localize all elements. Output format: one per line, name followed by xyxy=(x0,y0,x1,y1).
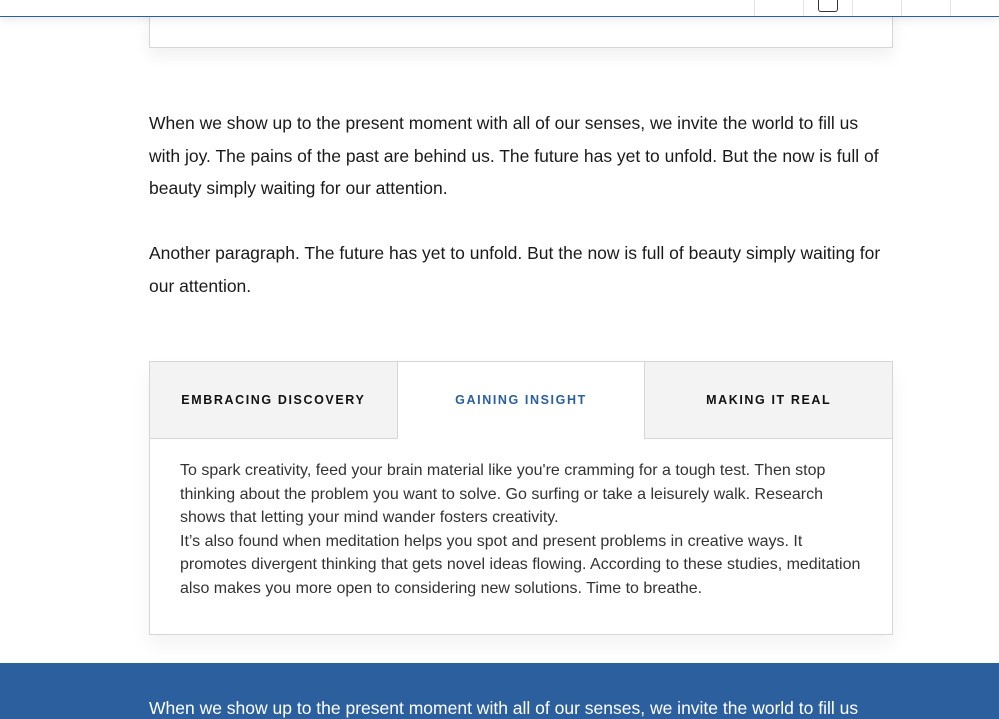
band-paragraph: When we show up to the present moment wi… xyxy=(149,698,859,718)
header-nav-slot[interactable] xyxy=(901,0,950,16)
tab-panel-paragraph: It’s also found when meditation helps yo… xyxy=(180,532,861,597)
tab-embracing-discovery[interactable]: EMBRACING DISCOVERY xyxy=(150,362,397,439)
blue-band-section: When we show up to the present moment wi… xyxy=(0,663,999,719)
header-nav-slot[interactable] xyxy=(950,0,999,16)
tab-list: EMBRACING DISCOVERY GAINING INSIGHT MAKI… xyxy=(150,362,893,439)
body-paragraph: When we show up to the present moment wi… xyxy=(149,113,879,198)
tab-making-it-real[interactable]: MAKING IT REAL xyxy=(644,362,893,439)
header-nav-slot[interactable] xyxy=(852,0,901,16)
envelope-icon[interactable] xyxy=(803,0,852,16)
tab-gaining-insight[interactable]: GAINING INSIGHT xyxy=(396,362,645,439)
main-content: When we show up to the present moment wi… xyxy=(149,107,894,302)
site-header xyxy=(0,0,999,17)
header-nav-slot[interactable] xyxy=(754,0,803,16)
body-paragraph: Another paragraph. The future has yet to… xyxy=(149,243,881,296)
tab-panel-paragraph: To spark creativity, feed your brain mat… xyxy=(180,462,826,526)
header-nav xyxy=(754,0,999,16)
tab-panel: To spark creativity, feed your brain mat… xyxy=(150,439,892,600)
tabs-component: EMBRACING DISCOVERY GAINING INSIGHT MAKI… xyxy=(149,361,893,635)
